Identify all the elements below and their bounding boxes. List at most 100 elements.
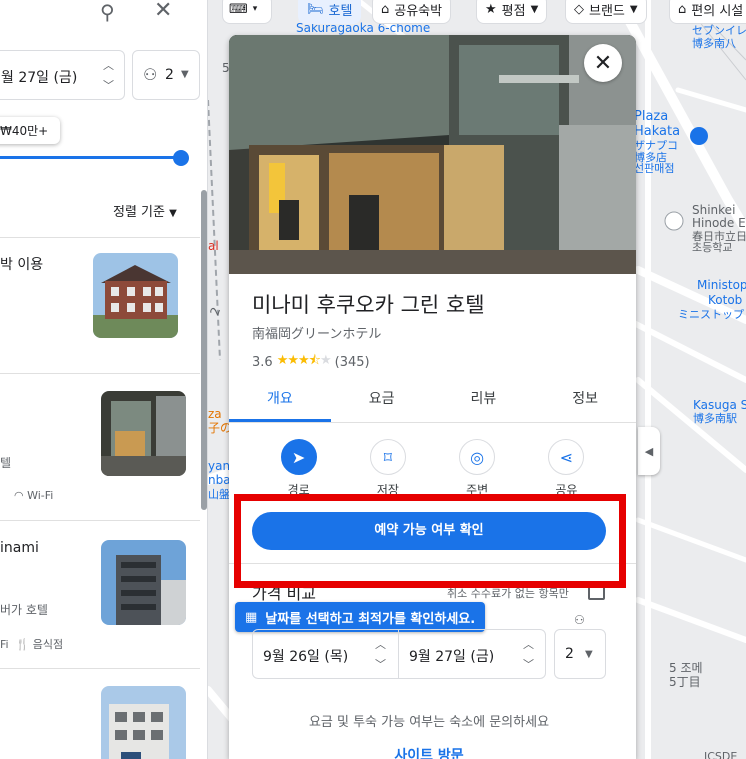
person-icon: ⚇ [143,65,158,84]
result-amenity: ◠ Wi-Fi [14,489,53,502]
filter-chip-amenities[interactable]: ⌂ 편의 시설 [669,0,746,24]
map-label-side-a: za [208,407,222,421]
map-label-ministop: Ministop [697,278,746,292]
collapse-panel-button[interactable]: ◀ [638,427,660,475]
sort-label: 정렬 기준 [113,205,165,220]
close-icon[interactable]: ✕ [154,0,172,23]
map-label-hinode-kr: 초등학교 [692,241,733,254]
map-label-side-e: 山盤 [208,488,230,501]
map-label-kasuga: Kasuga Stat [693,398,746,412]
apartment-photo [101,686,186,759]
map-label-plaza: Plaza [634,109,669,124]
amenity-label: 음식점 [32,638,64,651]
chevron-down-icon: ▼ [585,649,593,660]
checkout-date-field[interactable]: 9월 27일 (금) ︿ ﹀ [398,629,546,679]
map-label-kotobu: Kotob [708,293,743,307]
amenity-label: Wi-Fi [27,489,54,502]
result-subtitle: 버가 호텔 [0,603,48,617]
directions-button[interactable]: ➤ 경로 [269,439,329,498]
site-visit-link[interactable]: 사이트 방문 [229,745,629,759]
share-button[interactable]: ⋖ 공유 [536,439,596,498]
bed-icon: 🛏 [307,1,324,17]
result-thumbnail [101,540,186,625]
filter-chip-hotel[interactable]: 🛏 호텔 [298,0,362,24]
map-label-kasuga-jp: 博多南駅 [693,412,737,425]
search-icon[interactable]: ⚲ [100,0,115,24]
chevron-up-icon[interactable]: ︿ [375,636,386,652]
checkout-date-field[interactable]: 월 27일 (금) ︿ ﹀ [0,50,125,100]
hotel-name-jp: 南福岡グリーンホテル [252,327,382,342]
chevron-down-icon[interactable]: ﹀ [103,77,114,93]
result-item[interactable]: 박 이용 [0,237,200,373]
map-label-ministop-jp: ミニストップ [678,308,744,321]
hotel-name: 미나미 후쿠오카 그린 호텔 [252,293,485,317]
map-label-chome-jp: 5丁目 [669,675,701,689]
map-label-chome-kr: 5 조메 [669,661,703,675]
price-tooltip: ₩40만+ [0,117,61,144]
chevron-up-icon[interactable]: ︿ [103,57,114,73]
result-amenity-row: Fi 🍴 음식점 [0,636,63,652]
chevron-down-icon: ▼ [181,69,189,80]
house-photo [93,253,178,338]
rating-value: 3.6 [252,354,273,370]
hotel-photo[interactable]: ✕ [229,35,636,274]
filter-chip-shared-label: 공유숙박 [394,3,443,19]
tab-reviews[interactable]: 리뷰 [433,377,535,422]
result-item[interactable]: inami 버가 호텔 Fi 🍴 음식점 [0,520,200,668]
guests-selector[interactable]: ⚇ 2 ▼ [132,50,200,100]
guests-value: 2 [165,67,174,83]
price-slider-track[interactable] [0,156,182,159]
chevron-down-icon: ▼ [530,3,539,15]
date-tooltip: ▦ 날짜를 선택하고 최적가를 확인하세요. [235,602,486,632]
keyboard-toggle-button[interactable]: ⌨ ▾ [222,0,272,24]
building-icon: ⌂ [678,1,687,17]
hotel-entrance-photo [229,35,636,274]
review-count[interactable]: (345) [335,355,370,370]
shapes-icon: ◇ [574,1,584,17]
share-icon: ⋖ [548,439,585,475]
save-button[interactable]: ⌑ 저장 [358,439,418,498]
tab-prices[interactable]: 요금 [331,377,433,422]
chevron-left-icon: ◀ [644,444,654,458]
guests-value: 2 [565,646,574,662]
home-icon: ⌂ [381,1,390,17]
filter-chip-shared[interactable]: ⌂ 공유숙박 [372,0,452,24]
result-item[interactable]: 텔 ◠ Wi-Fi [0,373,200,520]
keyboard-icon: ⌨ [229,1,248,17]
result-item[interactable] [0,668,200,759]
map-label-hinode: Hinode E [692,216,746,230]
filter-chip-brand-label: 브랜드 [589,3,625,19]
filter-chip-rating[interactable]: ★ 평점 ▼ [476,0,548,24]
chevron-down-icon[interactable]: ﹀ [375,656,386,672]
map-label-hakata: Hakata [634,124,681,139]
filter-chip-rating-label: 평점 [501,3,526,19]
result-thumbnail [101,391,186,476]
chevron-up-icon[interactable]: ︿ [523,636,534,652]
result-title: inami [0,540,39,556]
hotel-photo [101,391,186,476]
result-thumbnail [101,686,186,759]
highlight-box [234,494,626,588]
directions-icon: ➤ [280,439,317,475]
restaurant-icon: 🍴 [15,638,30,651]
sort-dropdown[interactable]: 정렬 기준 ▼ [113,201,177,220]
tab-overview[interactable]: 개요 [229,377,331,422]
price-slider-handle[interactable] [173,150,189,166]
checkin-date-field[interactable]: 9월 26일 (목) ︿ ﹀ [252,629,399,679]
detail-tabs: 개요 요금 리뷰 정보 [229,377,636,423]
chevron-down-icon: ▼ [629,3,638,15]
person-icon: ⚇ [574,613,585,627]
filter-chip-amenities-label: 편의 시설 [691,3,744,19]
map-label-seven2: 博多南八 [692,37,736,50]
chevron-down-icon[interactable]: ﹀ [523,656,534,672]
guests-selector[interactable]: 2 ▼ [554,629,606,679]
close-card-button[interactable]: ✕ [584,44,622,82]
nearby-button[interactable]: ◎ 주변 [447,439,507,498]
tab-about[interactable]: 정보 [534,377,636,422]
map-label-plaza-jp3: 선판매점 [634,162,675,175]
map-label-side-f: al [208,239,219,253]
inquiry-note: 요금 및 투숙 가능 여부는 숙소에 문의하세요 [308,715,550,730]
results-scrollbar[interactable] [201,190,207,510]
filter-chip-brand[interactable]: ◇ 브랜드 ▼ [565,0,647,24]
chevron-down-icon: ▼ [169,208,177,219]
